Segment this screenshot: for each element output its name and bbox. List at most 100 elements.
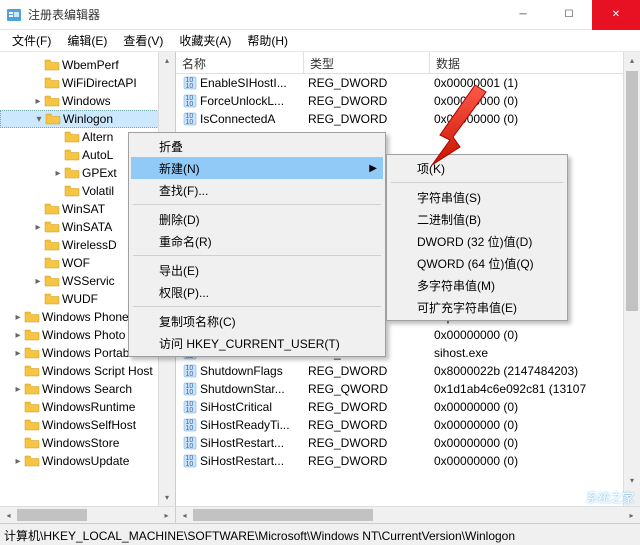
menu-item[interactable]: 复制项名称(C) <box>131 310 383 332</box>
tree-item-label: WOF <box>62 256 90 270</box>
titlebar: 注册表编辑器 <box>0 0 640 30</box>
context-submenu-new[interactable]: 项(K) 字符串值(S)二进制值(B)DWORD (32 位)值(D)QWORD … <box>386 154 568 321</box>
value-type: REG_DWORD <box>304 364 430 378</box>
list-hscroll[interactable]: ◂▸ <box>176 506 640 523</box>
menu-item[interactable]: 删除(D) <box>131 208 383 230</box>
menu-item[interactable]: 查看(V) <box>115 30 171 51</box>
menu-item[interactable]: 收藏夹(A) <box>171 30 239 51</box>
expander-icon[interactable]: ▸ <box>12 384 24 395</box>
app-icon <box>6 7 22 23</box>
list-vscroll[interactable]: ▴ ▾ <box>623 52 640 506</box>
svg-text:10: 10 <box>186 443 194 450</box>
watermark: 系统之家 <box>560 487 634 507</box>
tree-item[interactable]: ▸Windows Search <box>0 380 175 398</box>
menu-item[interactable]: 帮助(H) <box>239 30 296 51</box>
tree-item[interactable]: Windows Script Host <box>0 362 175 380</box>
col-header-type[interactable]: 类型 <box>304 52 430 73</box>
list-row[interactable]: 1010SiHostRestart...REG_DWORD0x00000000 … <box>176 452 640 470</box>
menu-item-label: 访问 HKEY_CURRENT_USER(T) <box>159 335 340 352</box>
menu-item[interactable]: 项(K) <box>389 157 565 179</box>
tree-item[interactable]: WindowsSelfHost <box>0 416 175 434</box>
menu-item[interactable]: 文件(F) <box>4 30 59 51</box>
col-header-data[interactable]: 数据 <box>430 52 640 73</box>
menu-item[interactable]: 多字符串值(M) <box>389 274 565 296</box>
list-row[interactable]: 1010SiHostReadyTi...REG_DWORD0x00000000 … <box>176 416 640 434</box>
tree-item-label: WUDF <box>62 292 98 306</box>
menu-item[interactable]: 编辑(E) <box>59 30 115 51</box>
expander-icon[interactable]: ▸ <box>12 330 24 341</box>
list-row[interactable]: 1010ShutdownFlagsREG_DWORD0x8000022b (21… <box>176 362 640 380</box>
tree-item[interactable]: WindowsStore <box>0 434 175 452</box>
expander-icon[interactable]: ▸ <box>32 222 44 233</box>
svg-text:10: 10 <box>186 425 194 432</box>
tree-item-label: WindowsUpdate <box>42 454 129 468</box>
tree-item-label: WindowsStore <box>42 436 119 450</box>
tree-item-label: Windows Phone <box>42 310 129 324</box>
menu-item[interactable]: 折叠 <box>131 135 383 157</box>
value-type: REG_DWORD <box>304 76 430 90</box>
close-button[interactable] <box>592 0 640 30</box>
menu-item[interactable]: 二进制值(B) <box>389 208 565 230</box>
value-type: REG_DWORD <box>304 436 430 450</box>
menu-item[interactable]: DWORD (32 位)值(D) <box>389 230 565 252</box>
list-row[interactable]: 1010ShutdownStar...REG_QWORD0x1d1ab4c6e0… <box>176 380 640 398</box>
menu-item[interactable]: 字符串值(S) <box>389 186 565 208</box>
menu-item[interactable]: 查找(F)... <box>131 179 383 201</box>
list-row[interactable]: 1010ForceUnlockL...REG_DWORD0x00000000 (… <box>176 92 640 110</box>
value-data: 0x00000000 (0) <box>430 112 640 126</box>
menu-item-label: 折叠 <box>159 138 183 155</box>
expander-icon[interactable]: ▸ <box>12 348 24 359</box>
menu-separator <box>133 204 381 205</box>
menu-item[interactable]: 新建(N)▶ <box>131 157 383 179</box>
value-name: SiHostRestart... <box>200 454 284 468</box>
window-title: 注册表编辑器 <box>28 6 500 23</box>
tree-item-label: Windows <box>62 94 111 108</box>
menu-item[interactable]: 可扩充字符串值(E) <box>389 296 565 318</box>
svg-text:10: 10 <box>186 119 194 126</box>
expander-icon[interactable]: ▸ <box>32 96 44 107</box>
tree-item-label: WindowsSelfHost <box>42 418 136 432</box>
expander-icon[interactable]: ▸ <box>32 276 44 287</box>
tree-item-label: Windows Script Host <box>42 364 153 378</box>
list-row[interactable]: 1010IsConnectedAREG_DWORD0x00000000 (0) <box>176 110 640 128</box>
expander-icon[interactable]: ▾ <box>33 114 45 125</box>
tree-item-label: WiFiDirectAPI <box>62 76 137 90</box>
menubar: 文件(F)编辑(E)查看(V)收藏夹(A)帮助(H) <box>0 30 640 52</box>
menu-item[interactable]: 权限(P)... <box>131 281 383 303</box>
list-row[interactable]: 1010SiHostCriticalREG_DWORD0x00000000 (0… <box>176 398 640 416</box>
list-header[interactable]: 名称 类型 数据 <box>176 52 640 74</box>
expander-icon[interactable]: ▸ <box>52 168 64 179</box>
value-data: 0x00000001 (1) <box>430 76 640 90</box>
minimize-button[interactable] <box>500 0 546 30</box>
tree-item[interactable]: ▾Winlogon <box>0 110 175 128</box>
submenu-arrow-icon: ▶ <box>369 163 377 174</box>
svg-text:10: 10 <box>186 389 194 396</box>
tree-item-label: WindowsRuntime <box>42 400 135 414</box>
menu-separator <box>391 182 563 183</box>
tree-item[interactable]: WindowsRuntime <box>0 398 175 416</box>
list-row[interactable]: 1010SiHostRestart...REG_DWORD0x00000000 … <box>176 434 640 452</box>
context-menu[interactable]: 折叠新建(N)▶查找(F)... 删除(D)重命名(R) 导出(E)权限(P)...… <box>128 132 386 357</box>
menu-item[interactable]: 导出(E) <box>131 259 383 281</box>
tree-item[interactable]: ▸ Windows <box>0 92 175 110</box>
tree-item[interactable]: WbemPerf <box>0 56 175 74</box>
value-data: 0x00000000 (0) <box>430 418 640 432</box>
tree-item[interactable]: WiFiDirectAPI <box>0 74 175 92</box>
maximize-button[interactable] <box>546 0 592 30</box>
menu-item[interactable]: 重命名(R) <box>131 230 383 252</box>
value-data: 0x00000000 (0) <box>430 436 640 450</box>
tree-item-label: WSServic <box>62 274 115 288</box>
expander-icon[interactable]: ▸ <box>12 312 24 323</box>
menu-item[interactable]: QWORD (64 位)值(Q) <box>389 252 565 274</box>
expander-icon[interactable]: ▸ <box>12 456 24 467</box>
value-type: REG_DWORD <box>304 94 430 108</box>
list-row[interactable]: 1010EnableSIHostI...REG_DWORD0x00000001 … <box>176 74 640 92</box>
svg-text:10: 10 <box>186 461 194 468</box>
value-data: sihost.exe <box>430 346 640 360</box>
menu-item-label: 项(K) <box>417 160 445 177</box>
menu-item[interactable]: 访问 HKEY_CURRENT_USER(T) <box>131 332 383 354</box>
tree-item-label: GPExt <box>82 166 117 180</box>
col-header-name[interactable]: 名称 <box>176 52 304 73</box>
tree-item[interactable]: ▸ WindowsUpdate <box>0 452 175 470</box>
tree-hscroll[interactable]: ◂▸ <box>0 506 176 523</box>
